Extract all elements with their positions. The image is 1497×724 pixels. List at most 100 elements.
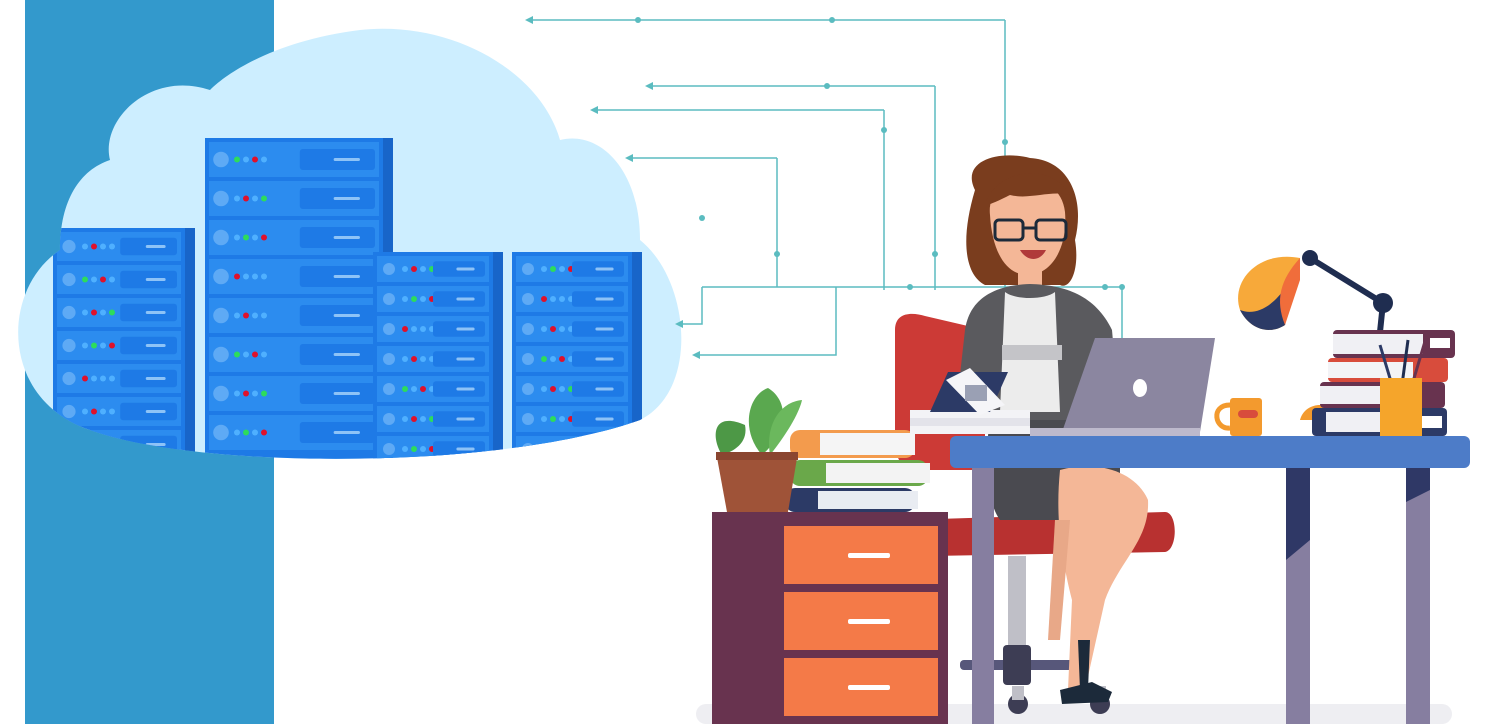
server-status-led (420, 296, 426, 302)
server-power-button (213, 385, 229, 402)
server-status-led (109, 309, 115, 316)
server-drive-handle (595, 327, 614, 331)
server-status-led (243, 429, 249, 436)
server-status-led (550, 416, 556, 422)
server-status-led (100, 408, 106, 415)
illustration-canvas (18, 16, 1470, 724)
server-status-led (109, 243, 115, 250)
server-status-led (411, 416, 417, 422)
server-drive-handle (145, 410, 166, 413)
server-status-led (261, 195, 267, 202)
server-status-led (402, 296, 408, 302)
server-status-led (541, 386, 547, 392)
server-status-led (243, 390, 249, 397)
server-status-led (91, 276, 97, 283)
server-status-led (82, 243, 88, 250)
server-drive-handle (333, 314, 360, 317)
server-drive-handle (333, 275, 360, 278)
server-drive-handle (333, 236, 360, 239)
server-status-led (252, 195, 258, 202)
server-status-led (252, 429, 258, 436)
server-status-led (234, 390, 240, 397)
server-status-led (234, 273, 240, 280)
server-drive-handle (595, 447, 614, 451)
server-status-led (91, 243, 97, 250)
server-status-led (100, 243, 106, 250)
server-drive-handle (456, 267, 475, 271)
server-status-led (252, 234, 258, 241)
server-power-button (383, 353, 395, 365)
server-drive-handle (145, 377, 166, 380)
server-drive-handle (145, 311, 166, 314)
server-drive-handle (456, 327, 475, 331)
server-power-button (522, 413, 534, 425)
server-status-led (82, 276, 88, 283)
server-status-led (402, 326, 408, 332)
server-power-button (213, 307, 229, 324)
server-status-led (559, 446, 565, 452)
server-rack-side (493, 252, 503, 459)
server-status-led (550, 266, 556, 272)
server-status-led (234, 195, 240, 202)
server-power-button (383, 443, 395, 455)
server-status-led (82, 342, 88, 349)
server-power-button (383, 293, 395, 305)
server-drive-handle (595, 357, 614, 361)
server-power-button (62, 338, 76, 353)
server-status-led (402, 356, 408, 362)
server-power-button (213, 151, 229, 168)
server-status-led (91, 441, 97, 448)
server-rack-side (185, 228, 195, 459)
server-status-led (109, 342, 115, 349)
server-status-led (411, 386, 417, 392)
server-drive-handle (333, 431, 360, 434)
server-power-button (522, 323, 534, 335)
server-status-led (261, 273, 267, 280)
server-drive-handle (333, 197, 360, 200)
server-status-led (420, 416, 426, 422)
server-power-button (522, 263, 534, 275)
server-status-led (82, 375, 88, 382)
server-status-led (234, 429, 240, 436)
server-status-led (243, 234, 249, 241)
server-status-led (109, 375, 115, 382)
server-status-led (243, 351, 249, 358)
server-status-led (541, 266, 547, 272)
server-status-led (252, 273, 258, 280)
server-drive-handle (456, 297, 475, 301)
server-power-button (62, 371, 76, 386)
server-drive-handle (145, 443, 166, 446)
server-power-button (213, 424, 229, 441)
server-status-led (550, 356, 556, 362)
server-status-led (559, 416, 565, 422)
server-power-button (213, 229, 229, 246)
server-drive-handle (595, 297, 614, 301)
server-power-button (213, 190, 229, 207)
coffee-mug-icon (1214, 398, 1262, 436)
server-status-led (402, 416, 408, 422)
server-status-led (261, 351, 267, 358)
server-power-button (383, 323, 395, 335)
server-status-led (559, 356, 565, 362)
server-power-button (522, 443, 534, 455)
server-status-led (550, 296, 556, 302)
server-status-led (559, 266, 565, 272)
server-status-led (541, 446, 547, 452)
server-status-led (541, 356, 547, 362)
server-status-led (420, 266, 426, 272)
server-power-button (213, 268, 229, 285)
server-status-led (541, 296, 547, 302)
server-status-led (411, 356, 417, 362)
server-status-led (243, 156, 249, 163)
server-status-led (411, 446, 417, 452)
server-power-button (62, 272, 76, 287)
cloud-computing-illustration (0, 0, 1497, 724)
server-status-led (82, 441, 88, 448)
server-drive-handle (595, 417, 614, 421)
server-power-button (522, 293, 534, 305)
server-status-led (402, 446, 408, 452)
server-status-led (420, 386, 426, 392)
book-stack-icon (785, 430, 930, 512)
server-status-led (82, 309, 88, 316)
server-status-led (91, 342, 97, 349)
